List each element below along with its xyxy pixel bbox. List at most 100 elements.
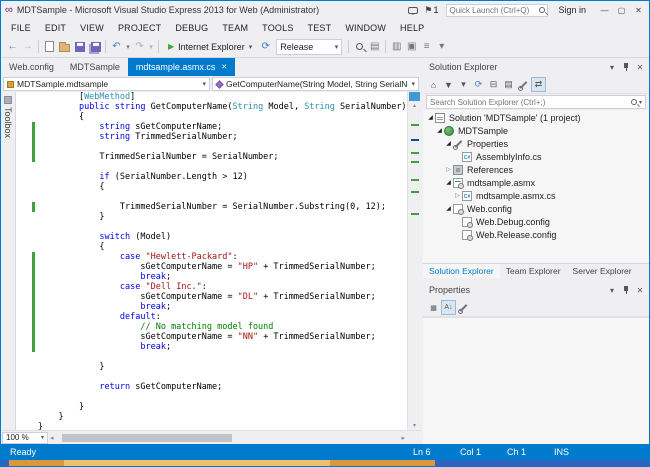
- expander-expanded-icon[interactable]: ◢: [426, 114, 435, 121]
- menu-file[interactable]: FILE: [4, 23, 38, 33]
- scroll-left-icon[interactable]: ◂: [50, 434, 54, 442]
- categorized-icon[interactable]: ▦: [426, 300, 441, 315]
- code-line[interactable]: [16, 222, 407, 232]
- quick-launch-box[interactable]: [446, 4, 548, 17]
- solution-configurations-combo[interactable]: Release▾: [276, 39, 342, 55]
- search-input[interactable]: [430, 98, 631, 107]
- type-dropdown[interactable]: MDTSample.mdtsample ▾: [3, 77, 210, 91]
- options-overflow-icon[interactable]: ▾: [434, 38, 449, 56]
- menu-tools[interactable]: TOOLS: [255, 23, 300, 33]
- code-line[interactable]: string TrimmedSerialNumber;: [16, 132, 407, 142]
- collapse-all-icon[interactable]: ⊟: [486, 77, 501, 92]
- redo-icon[interactable]: ↷: [132, 38, 147, 56]
- split-handle[interactable]: [409, 92, 420, 101]
- close-icon[interactable]: ✕: [221, 63, 227, 71]
- scroll-down-icon[interactable]: ▾: [408, 422, 421, 429]
- code-line[interactable]: sGetComputerName = "HP" + TrimmedSerialN…: [16, 262, 407, 272]
- close-icon[interactable]: ✕: [633, 283, 647, 297]
- tree-item-mdtsample-asmx[interactable]: ◢mdtsample.asmx: [423, 176, 649, 189]
- code-line[interactable]: [16, 372, 407, 382]
- zoom-dropdown[interactable]: 100 % ▾: [2, 432, 48, 444]
- code-line[interactable]: }: [16, 402, 407, 412]
- chevron-down-icon[interactable]: ▾: [249, 43, 253, 51]
- code-line[interactable]: sGetComputerName = "DL" + TrimmedSerialN…: [16, 292, 407, 302]
- code-line[interactable]: default:: [16, 312, 407, 322]
- menu-window[interactable]: WINDOW: [338, 23, 393, 33]
- tool-tab-server-explorer[interactable]: Server Explorer: [567, 264, 638, 278]
- window-position-icon[interactable]: ▾: [605, 283, 619, 297]
- code-line[interactable]: string sGetComputerName;: [16, 122, 407, 132]
- tree-item-web-debug-config[interactable]: Web.Debug.config: [423, 215, 649, 228]
- expander-collapsed-icon[interactable]: ▷: [453, 192, 462, 199]
- code-line[interactable]: if (SerialNumber.Length > 12): [16, 172, 407, 182]
- sync-with-active-document-icon[interactable]: ⇄: [531, 77, 546, 92]
- horizontal-scroll-thumb[interactable]: [62, 434, 232, 442]
- code-line[interactable]: break;: [16, 272, 407, 282]
- quick-launch-input[interactable]: [449, 6, 539, 15]
- code-line[interactable]: [WebMethod]: [16, 92, 407, 102]
- code-line[interactable]: // No matching model found: [16, 322, 407, 332]
- increase-indent-icon[interactable]: ▣: [404, 38, 419, 56]
- tab-web-config[interactable]: Web.config: [1, 58, 62, 76]
- chevron-down-icon[interactable]: ▾: [411, 80, 415, 88]
- code-line[interactable]: {: [16, 182, 407, 192]
- code-line[interactable]: [16, 352, 407, 362]
- properties-title-bar[interactable]: Properties ▾✕: [423, 281, 649, 299]
- code-line[interactable]: [16, 192, 407, 202]
- toggle-bookmark-icon[interactable]: ≡: [419, 38, 434, 56]
- horizontal-scrollbar[interactable]: ◂ ▸: [48, 431, 421, 445]
- tree-item-references[interactable]: ▷References: [423, 163, 649, 176]
- code-line[interactable]: case "Dell Inc.":: [16, 282, 407, 292]
- filter-icon[interactable]: ▼: [441, 77, 456, 92]
- code-line[interactable]: break;: [16, 302, 407, 312]
- menu-edit[interactable]: EDIT: [38, 23, 73, 33]
- scroll-up-icon[interactable]: ▴: [408, 102, 421, 109]
- code-line[interactable]: case "Hewlett-Packard":: [16, 252, 407, 262]
- chevron-down-icon[interactable]: ▾: [639, 99, 642, 106]
- close-icon[interactable]: ✕: [633, 60, 647, 74]
- code-line[interactable]: [16, 392, 407, 402]
- chevron-down-icon[interactable]: ▾: [202, 80, 206, 88]
- filter-dropdown-icon[interactable]: ▾: [456, 77, 471, 92]
- alphabetical-icon[interactable]: A↓: [441, 300, 456, 315]
- tree-item-web-release-config[interactable]: Web.Release.config: [423, 228, 649, 241]
- code-line[interactable]: TrimmedSerialNumber = SerialNumber;: [16, 152, 407, 162]
- menu-view[interactable]: VIEW: [73, 23, 111, 33]
- tab-mdtsample[interactable]: MDTSample: [62, 58, 128, 76]
- menu-test[interactable]: TEST: [301, 23, 339, 33]
- property-pages-icon[interactable]: [456, 300, 471, 315]
- navigate-backward-icon[interactable]: ←: [5, 38, 20, 56]
- code-line[interactable]: sGetComputerName = "NN" + TrimmedSerialN…: [16, 332, 407, 342]
- menu-team[interactable]: TEAM: [215, 23, 255, 33]
- save-icon[interactable]: [72, 38, 87, 56]
- code-line[interactable]: {: [16, 112, 407, 122]
- code-line[interactable]: }: [16, 412, 407, 422]
- show-all-files-icon[interactable]: ▤: [501, 77, 516, 92]
- expander-expanded-icon[interactable]: ◢: [444, 140, 453, 147]
- find-in-files-icon[interactable]: [352, 38, 367, 56]
- notifications-button[interactable]: ⚑1: [424, 5, 438, 16]
- undo-icon[interactable]: ↶: [109, 38, 124, 56]
- tree-item-mdtsample-asmx-cs[interactable]: ▷mdtsample.asmx.cs: [423, 189, 649, 202]
- save-all-icon[interactable]: [87, 38, 102, 56]
- refresh-icon[interactable]: ⟳: [471, 77, 486, 92]
- comment-out-icon[interactable]: ▤: [367, 38, 382, 56]
- menu-help[interactable]: HELP: [393, 23, 431, 33]
- member-dropdown[interactable]: GetComputerName(String Model, String Ser…: [212, 77, 419, 91]
- tree-item-properties[interactable]: ◢Properties: [423, 137, 649, 150]
- home-icon[interactable]: ⌂: [426, 77, 441, 92]
- pin-icon[interactable]: [619, 60, 633, 74]
- code-line[interactable]: TrimmedSerialNumber = SerialNumber.Subst…: [16, 202, 407, 212]
- tree-item-mdtsample[interactable]: ◢MDTSample: [423, 124, 649, 137]
- refresh-icon[interactable]: ⟳: [258, 38, 273, 56]
- undo-dropdown-icon[interactable]: ▾: [124, 38, 132, 56]
- code-line[interactable]: }: [16, 422, 407, 430]
- search-box[interactable]: ▾: [426, 95, 646, 109]
- start-debug-button[interactable]: ▶Internet Explorer▾: [164, 38, 256, 56]
- toolbox-tab[interactable]: Toolbox: [1, 92, 16, 430]
- navigate-forward-icon[interactable]: →: [20, 38, 35, 56]
- minimize-button[interactable]: —: [596, 3, 613, 17]
- solution-explorer-title-bar[interactable]: Solution Explorer ▾✕: [423, 58, 649, 76]
- decrease-indent-icon[interactable]: ▥: [389, 38, 404, 56]
- code-editor[interactable]: [WebMethod] public string GetComputerNam…: [16, 92, 407, 430]
